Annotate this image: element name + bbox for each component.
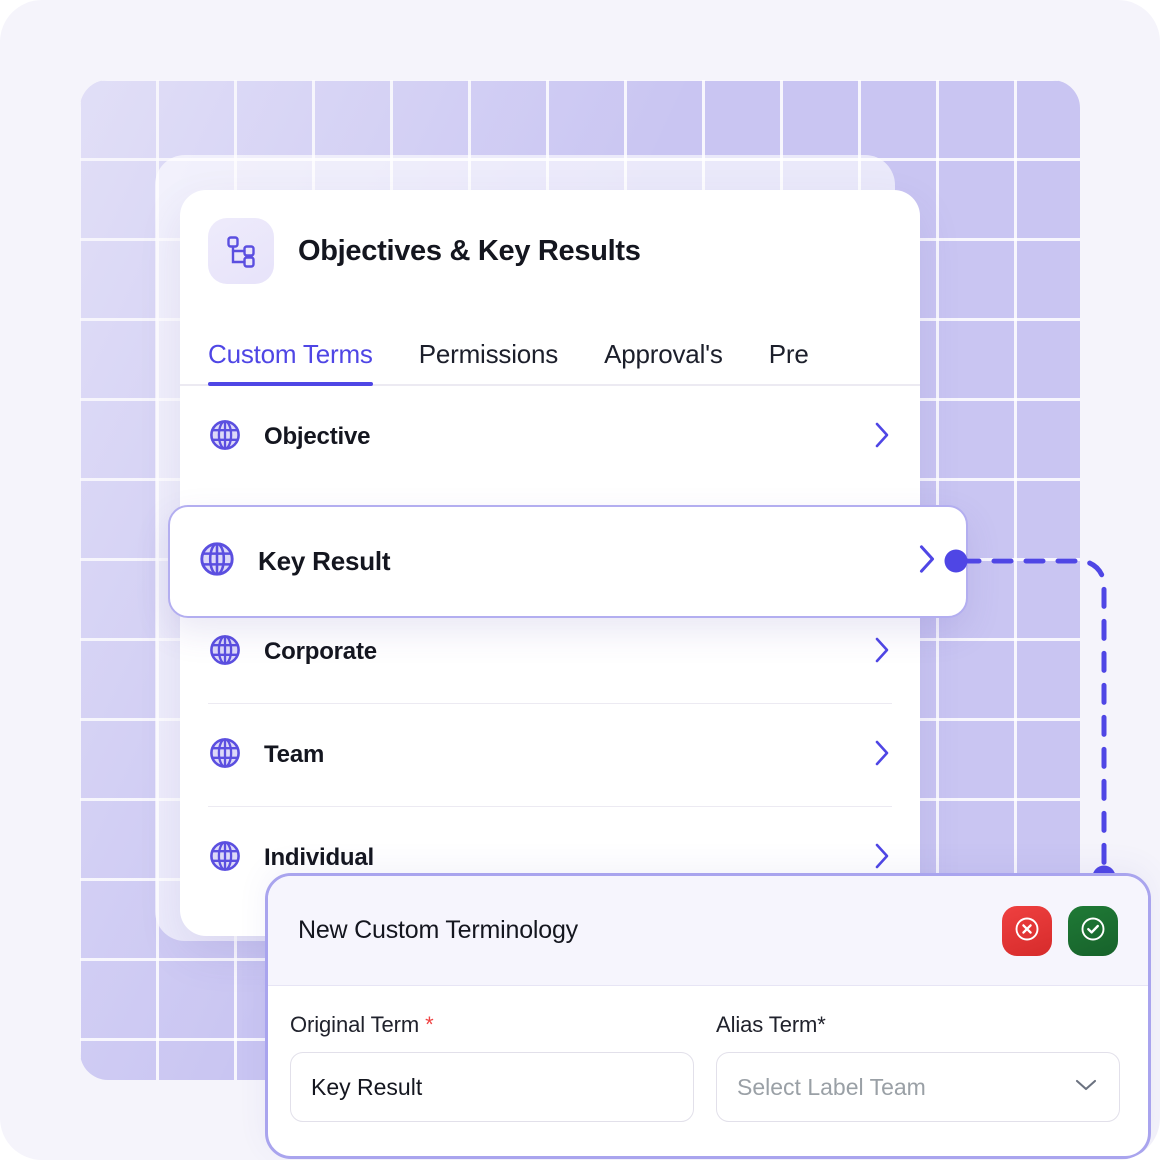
custom-terms-list: Objective Corporate Team Individual: [180, 386, 920, 909]
list-item-label: Individual: [264, 844, 375, 871]
list-item-label: Corporate: [264, 638, 377, 665]
chevron-right-icon[interactable]: [872, 420, 892, 455]
list-item-label: Objective: [264, 423, 371, 450]
panel-body: Original Term * Key Result Alias Term* S…: [268, 986, 1148, 1122]
alias-term-label: Alias Term*: [716, 1012, 826, 1037]
circle-x-icon: [1013, 915, 1041, 946]
tab-bar: Custom Terms Permissions Approval's Pre: [180, 284, 920, 386]
tab-custom-terms[interactable]: Custom Terms: [208, 339, 373, 386]
globe-icon: [208, 418, 242, 457]
list-item-objective[interactable]: Objective: [208, 386, 892, 488]
globe-icon: [208, 839, 242, 878]
alias-term-select[interactable]: Select Label Team: [716, 1052, 1120, 1122]
original-term-field-group: Original Term * Key Result: [290, 1012, 694, 1122]
panel-actions: [1002, 905, 1118, 956]
globe-icon: [208, 736, 242, 775]
globe-icon: [208, 633, 242, 672]
list-item-label: Team: [264, 741, 325, 768]
panel-title: New Custom Terminology: [298, 916, 578, 944]
tab-preferences[interactable]: Pre: [769, 339, 809, 386]
original-term-label-text: Original Term: [290, 1012, 420, 1037]
selected-list-item-label: Key Result: [258, 546, 391, 576]
page-title: Objectives & Key Results: [298, 234, 641, 267]
chevron-right-icon[interactable]: [872, 635, 892, 670]
screenshot-root: Objectives & Key Results Custom Terms Pe…: [0, 0, 1160, 1160]
cancel-button[interactable]: [1002, 905, 1052, 956]
tab-permissions[interactable]: Permissions: [419, 339, 559, 386]
list-item-team[interactable]: Team: [208, 704, 892, 806]
confirm-button[interactable]: [1068, 905, 1118, 956]
original-term-label: Original Term *: [290, 1012, 694, 1038]
selected-list-item-key-result[interactable]: Key Result: [168, 505, 968, 618]
alias-term-field-group: Alias Term* Select Label Team: [716, 1012, 1120, 1122]
globe-icon: [198, 540, 236, 583]
required-asterisk: *: [425, 1012, 434, 1037]
chevron-down-icon[interactable]: [1073, 1077, 1099, 1098]
hierarchy-icon: [208, 218, 274, 284]
tab-approvals[interactable]: Approval's: [604, 339, 723, 386]
circle-check-icon: [1079, 915, 1107, 946]
card-header: Objectives & Key Results: [180, 190, 920, 284]
chevron-right-icon[interactable]: [872, 738, 892, 773]
panel-header: New Custom Terminology: [268, 876, 1148, 986]
original-term-input[interactable]: Key Result: [290, 1052, 694, 1122]
chevron-right-icon[interactable]: [872, 841, 892, 876]
original-term-value: Key Result: [311, 1073, 423, 1100]
chevron-right-icon[interactable]: [916, 542, 938, 581]
new-terminology-panel: New Custom Terminology Original Term * K…: [265, 873, 1151, 1159]
alias-term-placeholder: Select Label Team: [737, 1073, 926, 1100]
